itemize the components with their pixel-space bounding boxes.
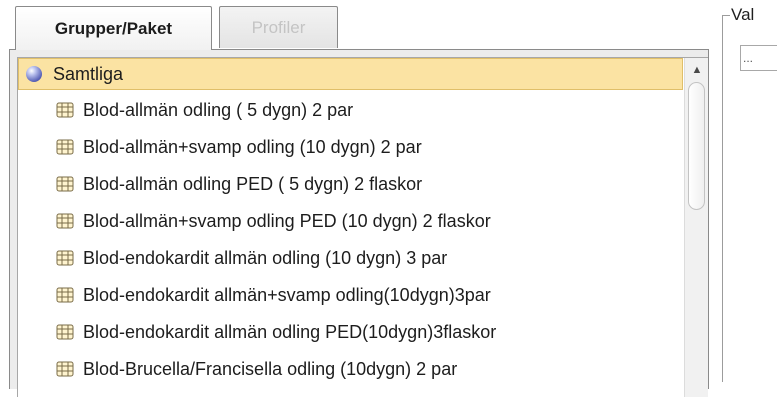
group-package-list[interactable]: Samtliga Blod-allmän odling ( 5 dygn) 2 … [17, 57, 708, 397]
group-title: Val [731, 5, 755, 24]
grid-icon [56, 176, 74, 191]
tab-profiler[interactable]: Profiler [219, 6, 338, 48]
list-item[interactable]: Blod-allmän odling PED ( 5 dygn) 2 flask… [18, 168, 683, 200]
tree-root-label: Samtliga [53, 63, 124, 84]
list-item-label: Blod-endokardit allmän+svamp odling(10dy… [83, 284, 491, 305]
list-item-label: Blod-Brucella/Francisella odling (10dygn… [83, 358, 458, 379]
list-item[interactable]: Blod-endokardit allmän+svamp odling(10dy… [18, 279, 683, 311]
list-item[interactable]: Blod-endokardit allmän odling (10 dygn) … [18, 242, 683, 274]
tab-grupper-paket[interactable]: Grupper/Paket [15, 6, 212, 50]
tree-root-samtliga[interactable]: Samtliga [18, 58, 683, 90]
list-item-label: Blod-endokardit allmän odling (10 dygn) … [83, 247, 448, 268]
list-item[interactable]: Blod-endokardit allmän odling PED(10dygn… [18, 316, 683, 348]
grid-icon [56, 102, 74, 117]
tab-profiler-label: Profiler [251, 17, 306, 37]
group-border-left [722, 15, 723, 382]
list-item-label: Blod-endokardit allmän odling PED(10dygn… [83, 321, 497, 342]
list-item[interactable]: Blod-allmän+svamp odling (10 dygn) 2 par [18, 131, 683, 163]
groups-panel: Samtliga Blod-allmän odling ( 5 dygn) 2 … [9, 49, 709, 397]
vertical-scrollbar[interactable]: ▲ [684, 58, 708, 397]
list-item-label: Blod-allmän+svamp odling (10 dygn) 2 par [83, 136, 422, 157]
grid-icon [56, 361, 74, 376]
grid-icon [56, 250, 74, 265]
list-item[interactable]: Blod-Brucella/Francisella odling (10dygn… [18, 353, 683, 385]
list-item[interactable]: Blod-allmän odling ( 5 dygn) 2 par [18, 94, 683, 126]
grid-icon [56, 324, 74, 339]
grid-icon [56, 287, 74, 302]
scroll-up-icon[interactable]: ▲ [688, 61, 706, 79]
list-item-label: Blod-allmän odling PED ( 5 dygn) 2 flask… [83, 173, 423, 194]
list-item-label: Blod-allmän odling ( 5 dygn) 2 par [83, 99, 354, 120]
list-item[interactable]: Blod-allmän+svamp odling PED (10 dygn) 2… [18, 205, 683, 237]
group-border-top [722, 15, 730, 16]
grid-icon [56, 139, 74, 154]
value-field[interactable]: ... [740, 45, 777, 71]
tab-grupper-paket-label: Grupper/Paket [54, 18, 173, 38]
sphere-icon [26, 66, 42, 82]
scrollbar-thumb[interactable] [688, 82, 705, 210]
grid-icon [56, 213, 74, 228]
list-item-label: Blod-allmän+svamp odling PED (10 dygn) 2… [83, 210, 491, 231]
